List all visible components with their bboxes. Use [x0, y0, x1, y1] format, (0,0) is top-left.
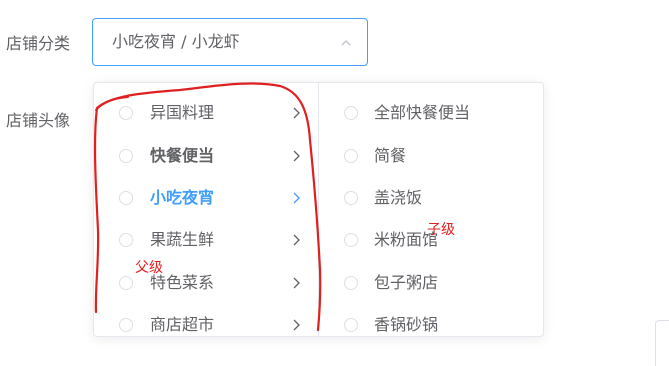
chevron-right-icon [293, 234, 300, 246]
child-menu-item-label: 简餐 [374, 146, 407, 165]
cascader-dropdown: 异国料理 快餐便当 小吃夜宵 果蔬生鲜 特色菜系 商店超市 全部快餐便当 简餐 … [93, 82, 544, 337]
parent-level-note: 父级 [135, 260, 163, 276]
parent-menu-item[interactable]: 异国料理 [94, 96, 318, 130]
child-menu-item-label: 香锅砂锅 [374, 315, 439, 334]
child-menu-item[interactable]: 全部快餐便当 [318, 96, 543, 130]
category-label: 店铺分类 [6, 34, 71, 53]
radio-button[interactable] [344, 276, 358, 290]
parent-menu-item-label: 特色菜系 [150, 273, 215, 292]
child-menu-item-label: 全部快餐便当 [374, 103, 471, 122]
child-menu-item-label: 包子粥店 [374, 273, 439, 292]
chevron-right-icon [293, 192, 300, 204]
parent-menu-item[interactable]: 快餐便当 [94, 139, 318, 173]
radio-button[interactable] [344, 318, 358, 332]
chevron-right-icon [293, 107, 300, 119]
parent-menu-item[interactable]: 特色菜系 [94, 266, 318, 300]
cascader-parent-menu: 异国料理 快餐便当 小吃夜宵 果蔬生鲜 特色菜系 商店超市 [94, 83, 319, 336]
chevron-up-icon[interactable] [341, 38, 351, 48]
child-menu-item[interactable]: 香锅砂锅 [318, 308, 543, 336]
parent-menu-item[interactable]: 商店超市 [94, 308, 318, 336]
partial-element [655, 320, 669, 366]
cascader-selected-value: 小吃夜宵 / 小龙虾 [112, 32, 240, 51]
child-level-note: 子级 [427, 222, 455, 238]
radio-button[interactable] [344, 233, 358, 247]
child-menu-item[interactable]: 包子粥店 [318, 266, 543, 300]
radio-button[interactable] [344, 106, 358, 120]
radio-button[interactable] [119, 233, 133, 247]
cascader-child-menu: 全部快餐便当 简餐 盖浇饭 米粉面馆 包子粥店 香锅砂锅 [318, 83, 543, 334]
radio-button[interactable] [119, 191, 133, 205]
parent-menu-item-label: 果蔬生鲜 [150, 230, 215, 249]
radio-button[interactable] [119, 106, 133, 120]
child-menu-item[interactable]: 盖浇饭 [318, 181, 543, 215]
parent-menu-item-label: 异国料理 [150, 103, 215, 122]
chevron-right-icon [293, 150, 300, 162]
radio-button[interactable] [119, 276, 133, 290]
chevron-right-icon [293, 319, 300, 331]
page: 店铺分类 店铺头像 小吃夜宵 / 小龙虾 异国料理 快餐便当 小吃夜宵 果蔬生鲜… [0, 0, 669, 366]
parent-menu-item-label: 小吃夜宵 [150, 188, 215, 207]
parent-menu-item-label: 快餐便当 [150, 146, 215, 165]
parent-menu-item-label: 商店超市 [150, 315, 215, 334]
radio-button[interactable] [344, 191, 358, 205]
child-menu-item-label: 盖浇饭 [374, 188, 423, 207]
radio-button[interactable] [119, 149, 133, 163]
radio-button[interactable] [344, 149, 358, 163]
category-cascader-input[interactable]: 小吃夜宵 / 小龙虾 [92, 18, 368, 66]
chevron-right-icon [293, 277, 300, 289]
child-menu-item[interactable]: 简餐 [318, 139, 543, 173]
radio-button[interactable] [119, 318, 133, 332]
parent-menu-item[interactable]: 果蔬生鲜 [94, 223, 318, 257]
parent-menu-item-active[interactable]: 小吃夜宵 [94, 181, 318, 215]
avatar-label: 店铺头像 [6, 111, 71, 130]
